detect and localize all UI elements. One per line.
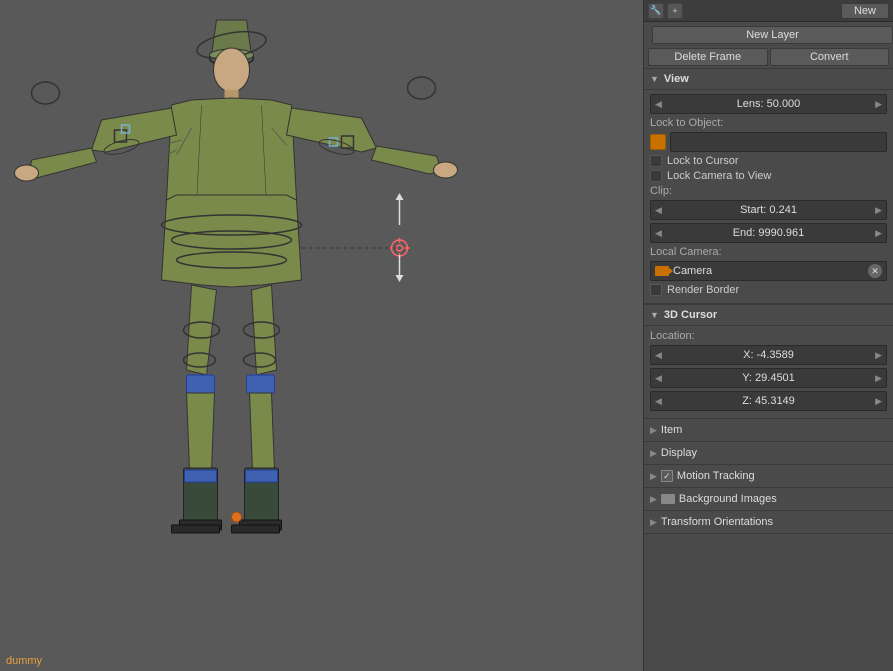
start-arrow-left: ◀	[655, 205, 662, 216]
z-row: ◀ Z: 45.3149 ▶	[650, 391, 887, 411]
x-value: X: -4.3589	[743, 349, 794, 361]
end-arrow-left: ◀	[655, 228, 662, 239]
x-arrow-left: ◀	[655, 350, 662, 361]
camera-icon	[655, 266, 669, 276]
cursor-section-content: Location: ◀ X: -4.3589 ▶ ◀ Y: 29.4501 ▶ …	[644, 326, 893, 419]
lock-to-object-label: Lock to Object:	[650, 117, 740, 129]
display-triangle-icon: ▶	[650, 448, 657, 459]
y-input[interactable]: ◀ Y: 29.4501 ▶	[650, 368, 887, 388]
location-label-row: Location:	[650, 330, 887, 342]
lens-value: Lens: 50.000	[737, 98, 801, 110]
view-section-title: View	[664, 73, 689, 85]
motion-tracking-section-title: Motion Tracking	[677, 470, 755, 482]
lens-arrow-left: ◀	[655, 99, 662, 110]
view-section-content: ◀ Lens: 50.000 ▶ Lock to Object: Lock to…	[644, 90, 893, 304]
end-value: End: 9990.961	[733, 227, 805, 239]
lock-cursor-label: Lock to Cursor	[667, 155, 739, 167]
lock-to-object-row: Lock to Object:	[650, 117, 887, 129]
render-border-label: Render Border	[667, 284, 739, 296]
motion-tracking-triangle-icon: ▶	[650, 471, 657, 482]
clip-label-row: Clip:	[650, 185, 887, 197]
lock-camera-label: Lock Camera to View	[667, 170, 771, 182]
lock-cursor-row: Lock to Cursor	[650, 155, 887, 167]
item-section-header[interactable]: ▶ Item	[644, 419, 893, 442]
transform-orientations-triangle-icon: ▶	[650, 517, 657, 528]
item-section-title: Item	[661, 424, 682, 436]
background-images-icon	[661, 494, 675, 504]
new-button[interactable]: New	[841, 3, 889, 19]
lock-object-input[interactable]	[670, 132, 887, 152]
local-camera-label: Local Camera:	[650, 246, 740, 258]
cursor-section-header[interactable]: ▼ 3D Cursor	[644, 304, 893, 326]
panel-toolbar: 🔧 + New	[644, 0, 893, 22]
start-row: ◀ Start: 0.241 ▶	[650, 200, 887, 220]
camera-field[interactable]: Camera ✕	[650, 261, 887, 281]
render-border-checkbox[interactable]	[650, 284, 662, 296]
lens-input[interactable]: ◀ Lens: 50.000 ▶	[650, 94, 887, 114]
properties-panel: 🔧 + New New Layer Delete Frame Convert ▼…	[643, 0, 893, 671]
transform-orientations-section-title: Transform Orientations	[661, 516, 773, 528]
delete-convert-row: Delete Frame Convert	[644, 48, 893, 68]
view-section-header[interactable]: ▼ View	[644, 68, 893, 90]
display-section-title: Display	[661, 447, 697, 459]
item-triangle-icon: ▶	[650, 425, 657, 436]
location-label: Location:	[650, 330, 740, 342]
lens-arrow-right: ▶	[875, 99, 882, 110]
y-row: ◀ Y: 29.4501 ▶	[650, 368, 887, 388]
new-layer-row: New Layer	[644, 22, 893, 48]
delete-frame-button[interactable]: Delete Frame	[648, 48, 768, 66]
x-input[interactable]: ◀ X: -4.3589 ▶	[650, 345, 887, 365]
scene-svg	[0, 0, 643, 671]
y-arrow-right: ▶	[875, 373, 882, 384]
motion-tracking-checkbox[interactable]	[661, 470, 673, 482]
transform-orientations-section-header[interactable]: ▶ Transform Orientations	[644, 511, 893, 534]
y-arrow-left: ◀	[655, 373, 662, 384]
z-value: Z: 45.3149	[742, 395, 795, 407]
lock-camera-row: Lock Camera to View	[650, 170, 887, 182]
z-arrow-right: ▶	[875, 396, 882, 407]
end-arrow-right: ▶	[875, 228, 882, 239]
convert-button[interactable]: Convert	[770, 48, 890, 66]
new-layer-button[interactable]: New Layer	[652, 26, 893, 44]
y-value: Y: 29.4501	[742, 372, 795, 384]
render-border-row: Render Border	[650, 284, 887, 296]
end-row: ◀ End: 9990.961 ▶	[650, 223, 887, 243]
lock-cursor-checkbox[interactable]	[650, 155, 662, 167]
background-images-section-title: Background Images	[679, 493, 777, 505]
z-arrow-left: ◀	[655, 396, 662, 407]
cursor-section-title: 3D Cursor	[664, 309, 717, 321]
view-triangle-icon: ▼	[650, 74, 659, 84]
toolbar-icons: 🔧 +	[648, 3, 683, 19]
start-arrow-right: ▶	[875, 205, 882, 216]
camera-clear-button[interactable]: ✕	[868, 264, 882, 278]
end-input[interactable]: ◀ End: 9990.961 ▶	[650, 223, 887, 243]
camera-name-text: Camera	[673, 265, 868, 277]
start-input[interactable]: ◀ Start: 0.241 ▶	[650, 200, 887, 220]
wrench-icon[interactable]: 🔧	[648, 3, 664, 19]
lock-camera-checkbox[interactable]	[650, 170, 662, 182]
cursor-triangle-icon: ▼	[650, 310, 659, 320]
plus-icon[interactable]: +	[667, 3, 683, 19]
start-value: Start: 0.241	[740, 204, 797, 216]
z-input[interactable]: ◀ Z: 45.3149 ▶	[650, 391, 887, 411]
viewport-label: dummy	[6, 655, 42, 667]
x-row: ◀ X: -4.3589 ▶	[650, 345, 887, 365]
lens-row: ◀ Lens: 50.000 ▶	[650, 94, 887, 114]
lock-object-icon	[650, 134, 666, 150]
motion-tracking-section-header[interactable]: ▶ Motion Tracking	[644, 465, 893, 488]
background-images-section-header[interactable]: ▶ Background Images	[644, 488, 893, 511]
lock-object-field	[650, 132, 887, 152]
local-camera-label-row: Local Camera:	[650, 246, 887, 258]
x-arrow-right: ▶	[875, 350, 882, 361]
background-images-triangle-icon: ▶	[650, 494, 657, 505]
viewport-3d[interactable]: dummy	[0, 0, 643, 671]
clip-label: Clip:	[650, 185, 740, 197]
display-section-header[interactable]: ▶ Display	[644, 442, 893, 465]
